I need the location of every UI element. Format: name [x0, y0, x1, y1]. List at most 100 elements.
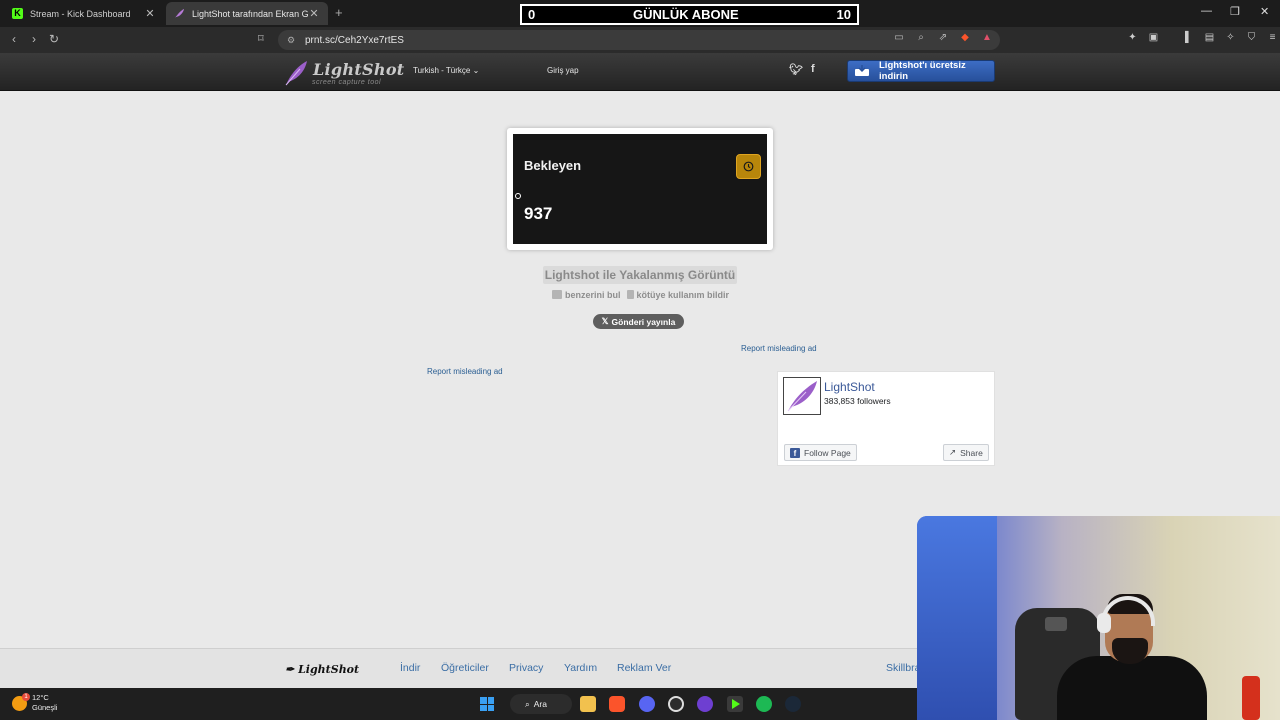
vpn-shield-icon[interactable]: ⛉ [1245, 32, 1258, 43]
notification-badge: 1 [22, 692, 30, 701]
post-on-x-button[interactable]: 𝕏 Gönderi yayınla [593, 314, 684, 329]
feather-icon: ✒︎ [285, 663, 295, 676]
screenshot-icon[interactable]: ▣ [1147, 32, 1160, 43]
site-info-icon[interactable]: ⚙ [287, 35, 297, 46]
github-desktop-icon[interactable] [668, 696, 684, 712]
browser-toolbar: ‹ › ↻ ⌑ ⚙ prnt.sc/Ceh2Yxe7rtES ▭ ⌕ ⇗ ◆ ▲… [0, 27, 1280, 53]
login-link[interactable]: Giriş yap [547, 66, 579, 75]
share-icon: ↗ [949, 447, 957, 457]
facebook-icon[interactable]: f [811, 63, 815, 76]
camera-icon [552, 290, 562, 299]
search-icon: ⌕ [525, 698, 530, 709]
footer-logo[interactable]: ✒︎ LightShot [285, 663, 359, 676]
weather-widget[interactable]: 1 12°C Güneşli [12, 692, 58, 713]
trash-icon [626, 290, 634, 299]
webcam-background [917, 516, 997, 720]
extensions-icon[interactable]: ✦ [1126, 32, 1139, 43]
report-ad-link[interactable]: Report misleading ad [427, 367, 503, 376]
pending-value: 937 [524, 204, 553, 223]
footer-link-help[interactable]: Yardım [564, 662, 597, 674]
new-tab-icon[interactable]: + [335, 5, 343, 20]
download-button-label: Lightshot'ı ücretsiz indirin [879, 60, 966, 82]
taskbar-search[interactable]: ⌕ Ara [510, 694, 572, 714]
discord-icon[interactable] [639, 696, 655, 712]
download-button[interactable]: Lightshot'ı ücretsiz indirin [847, 60, 995, 82]
chair-logo [1045, 617, 1067, 631]
footer-link-privacy[interactable]: Privacy [509, 662, 543, 674]
close-icon[interactable]: ✕ [308, 7, 320, 20]
brave-shields-icon[interactable]: ◆ [958, 32, 972, 43]
brave-browser-icon[interactable] [609, 696, 625, 712]
find-similar-link[interactable]: benzerini bul [552, 290, 621, 300]
toolbar-right-icons: ✦ ▣ ▌ ▤ ✧ ⛉ ≡ [1126, 32, 1279, 43]
zoom-icon[interactable]: ⌕ [914, 32, 928, 43]
brave-rewards-icon[interactable]: ▲ [980, 32, 994, 43]
tab-title: Stream - Kick Dashboard [30, 8, 131, 19]
address-bar[interactable]: ⚙ prnt.sc/Ceh2Yxe7rtES ▭ ⌕ ⇗ ◆ ▲ [278, 30, 1000, 50]
red-bottle [1242, 676, 1260, 720]
sun-icon: 1 [12, 692, 30, 711]
twitter-icon[interactable]: 🐦︎ [789, 63, 803, 76]
weather-desc: Güneşli [32, 703, 58, 712]
follow-label: Follow Page [804, 447, 851, 458]
leo-ai-icon[interactable]: ✧ [1224, 32, 1237, 43]
page-avatar[interactable] [783, 377, 821, 415]
headset-earcup [1097, 613, 1111, 633]
screenshot-image[interactable]: Bekleyen 937 [513, 134, 767, 244]
facebook-icon: f [790, 447, 800, 458]
pending-label: Bekleyen [524, 158, 582, 173]
footer-link-advertise[interactable]: Reklam Ver [617, 662, 671, 674]
image-actions: benzerini bul kötüye kullanım bildir [552, 290, 729, 300]
find-similar-label: benzerini bul [565, 290, 621, 300]
counter-right: 10 [836, 7, 851, 22]
counter-title: GÜNLÜK ABONE [633, 7, 739, 22]
back-icon[interactable]: ‹ [6, 32, 22, 46]
feather-icon [285, 61, 307, 86]
kick-icon: K [12, 8, 23, 19]
screenshot-frame: Bekleyen 937 [507, 128, 773, 250]
sidebar-icon[interactable]: ▌ [1182, 32, 1195, 43]
spotify-icon[interactable] [756, 696, 772, 712]
feather-icon [787, 381, 817, 412]
bookmark-icon[interactable]: ⌑ [258, 32, 264, 45]
maximize-icon[interactable]: ❐ [1230, 5, 1240, 18]
menu-icon[interactable]: ≡ [1266, 32, 1279, 43]
search-label: Ara [533, 699, 547, 709]
footer-link-tutorials[interactable]: Öğreticiler [441, 662, 489, 674]
facebook-page-widget: LightShot 383,853 followers f Follow Pag… [777, 371, 995, 466]
steam-icon[interactable] [785, 696, 801, 712]
follow-page-button[interactable]: f Follow Page [784, 444, 857, 461]
footer-logo-text: LightShot [298, 663, 360, 676]
report-abuse-link[interactable]: kötüye kullanım bildir [626, 290, 730, 300]
share-button[interactable]: ↗ Share [943, 444, 989, 461]
cast-icon[interactable]: ▭ [892, 32, 906, 43]
language-selector[interactable]: Turkish - Türkçe ⌄ [413, 66, 479, 75]
subscriber-counter-overlay: 0 GÜNLÜK ABONE 10 [520, 4, 859, 25]
webcam-overlay [917, 516, 1280, 720]
close-icon[interactable]: ✕ [144, 7, 156, 20]
lightshot-logo[interactable]: LightShot screen capture tool [284, 58, 404, 88]
forward-icon[interactable]: › [26, 32, 42, 46]
reload-icon[interactable]: ↻ [46, 32, 62, 46]
report-ad-link[interactable]: Report misleading ad [741, 344, 817, 353]
wallet-icon[interactable]: ▤ [1203, 32, 1216, 43]
share-icon[interactable]: ⇗ [936, 32, 950, 43]
tab-lightshot[interactable]: LightShot tarafından Ekran Görü ✕ [166, 2, 328, 25]
app-icon[interactable] [697, 696, 713, 712]
footer-link-download[interactable]: İndir [400, 662, 420, 674]
minimize-icon[interactable]: — [1201, 5, 1212, 17]
page-name[interactable]: LightShot [824, 380, 875, 394]
x-logo-icon: 𝕏 [601, 316, 609, 326]
address-bar-icons: ▭ ⌕ ⇗ ◆ ▲ [892, 32, 994, 43]
footer-link-skillbrains[interactable]: Skillbra [886, 662, 920, 674]
tab-kick-dashboard[interactable]: K Stream - Kick Dashboard ✕ [4, 2, 164, 25]
close-window-icon[interactable]: ✕ [1260, 5, 1269, 18]
clock-icon [736, 154, 761, 179]
windows-start-icon[interactable] [480, 697, 494, 711]
tab-title: LightShot tarafından Ekran Görü [192, 8, 308, 19]
report-abuse-label: kötüye kullanım bildir [636, 290, 730, 300]
weather-temp: 12°C [32, 693, 49, 702]
kick-app-icon[interactable] [727, 696, 743, 712]
file-explorer-icon[interactable] [580, 696, 596, 712]
share-label: Share [960, 447, 983, 458]
